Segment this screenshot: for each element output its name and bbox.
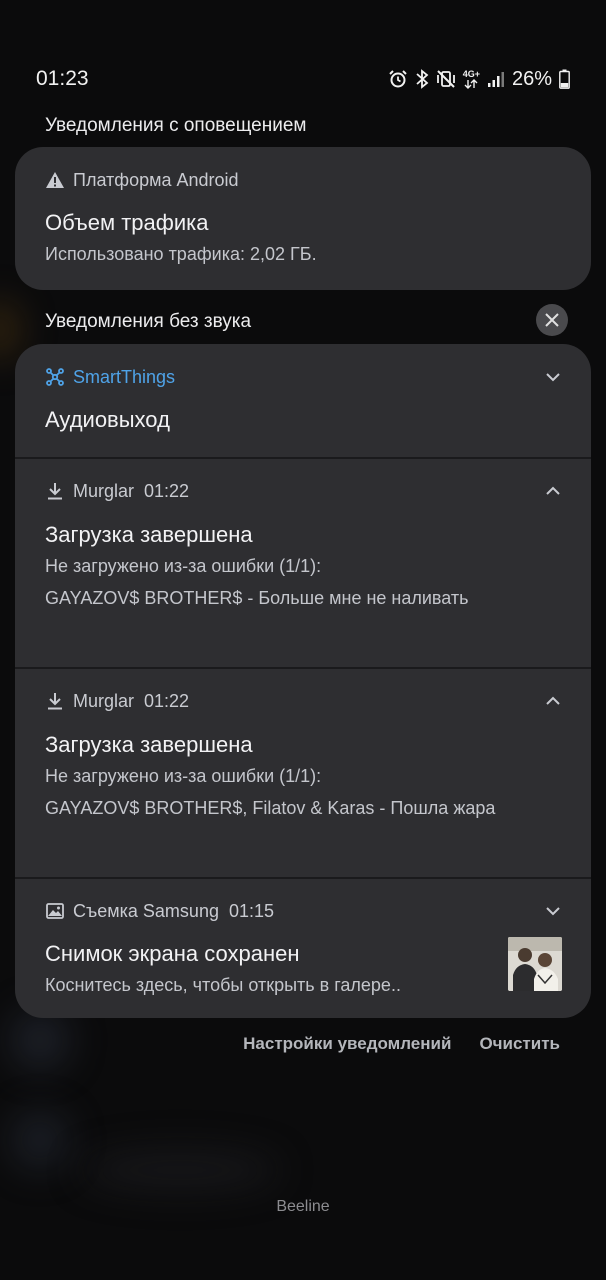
collapse-button[interactable]: [543, 481, 563, 501]
notification-time: 01:22: [144, 690, 190, 711]
notification-text-line1: Не загружено из-за ошибки (1/1):: [45, 766, 322, 786]
app-name: Съемка Samsung: [73, 900, 219, 921]
chevron-down-icon: [546, 373, 560, 382]
chevron-up-icon: [546, 486, 560, 495]
chevron-down-icon: [546, 907, 560, 916]
notification-settings-button[interactable]: Настройки уведомлений: [243, 1034, 451, 1054]
notification-title: Объем трафика: [45, 210, 209, 235]
background-blur: [10, 1010, 70, 1070]
battery-icon: [559, 69, 570, 89]
alarm-icon: [388, 69, 408, 89]
notification-title: Снимок экрана сохранен: [45, 941, 300, 966]
notification-samsung-capture[interactable]: Съемка Samsung 01:15 Снимок экрана сохра…: [15, 877, 591, 1018]
status-icons: 4G+ 26%: [388, 68, 570, 91]
notification-text-line2: GAYAZOV$ BROTHER$, Filatov & Karas - Пош…: [45, 798, 496, 818]
app-name: Murglar: [73, 480, 135, 501]
notification-text: Использовано трафика: 2,02 ГБ.: [45, 244, 317, 264]
background-blur: [80, 1150, 280, 1190]
section-title-alerting: Уведомления с оповещением: [45, 115, 307, 136]
clock: 01:23: [36, 67, 89, 90]
notification-card-silent: SmartThings Аудиовыход Murglar 01:22 Заг…: [15, 344, 591, 1018]
carrier-label: Beeline: [276, 1198, 330, 1215]
notification-header: Платформа Android: [45, 165, 561, 195]
notification-murglar-2[interactable]: Murglar 01:22 Загрузка завершена Не загр…: [15, 667, 591, 877]
clear-silent-button[interactable]: [536, 304, 568, 336]
warning-icon: [45, 171, 65, 189]
notification-text-line1: Не загружено из-за ошибки (1/1):: [45, 556, 322, 576]
gallery-icon: [45, 902, 65, 920]
status-bar: 01:23 4G+ 26%: [36, 62, 570, 96]
download-icon: [45, 692, 65, 710]
section-title-silent: Уведомления без звука: [45, 311, 252, 332]
app-name: Murglar: [73, 690, 135, 711]
notification-text: Коснитесь здесь, чтобы открыть в галере.…: [45, 975, 401, 995]
notification-time: 01:22: [144, 480, 190, 501]
notification-time: 01:15: [228, 900, 275, 921]
notification-header: Murglar 01:22: [45, 686, 561, 716]
notification-card-android[interactable]: Платформа Android Объем трафика Использо…: [15, 147, 591, 290]
app-name: SmartThings: [73, 366, 176, 387]
notification-title: Загрузка завершена: [45, 522, 253, 547]
vibrate-mute-icon: [436, 69, 456, 89]
clear-all-button[interactable]: Очистить: [479, 1034, 560, 1054]
notification-title: Аудиовыход: [45, 407, 170, 432]
notification-smartthings[interactable]: SmartThings Аудиовыход: [15, 344, 591, 457]
notification-murglar-1[interactable]: Murglar 01:22 Загрузка завершена Не загр…: [15, 457, 591, 667]
close-icon: [545, 313, 559, 327]
notification-title: Загрузка завершена: [45, 732, 253, 757]
network-type-label: 4G+: [462, 68, 480, 79]
smartthings-icon: [45, 367, 65, 387]
notification-actions: Настройки уведомлений Очистить: [243, 1034, 560, 1054]
notification-header: Съемка Samsung 01:15: [45, 896, 561, 926]
download-icon: [45, 482, 65, 500]
notification-header: SmartThings: [45, 362, 561, 392]
notification-android[interactable]: Платформа Android Объем трафика Использо…: [15, 147, 591, 270]
expand-button[interactable]: [543, 901, 563, 921]
4g-plus-icon: 4G+: [462, 68, 480, 89]
bluetooth-icon: [415, 69, 429, 89]
chevron-up-icon: [546, 696, 560, 705]
notification-header: Murglar 01:22: [45, 476, 561, 506]
collapse-button[interactable]: [543, 691, 563, 711]
expand-button[interactable]: [543, 367, 563, 387]
screenshot-thumbnail: [508, 937, 562, 991]
background-blur: [10, 1110, 70, 1170]
notification-text-line2: GAYAZOV$ BROTHER$ - Больше мне не налива…: [45, 588, 469, 608]
app-name: Платформа Android: [73, 169, 239, 190]
battery-percent: 26%: [511, 67, 552, 90]
signal-icon: [487, 70, 505, 88]
